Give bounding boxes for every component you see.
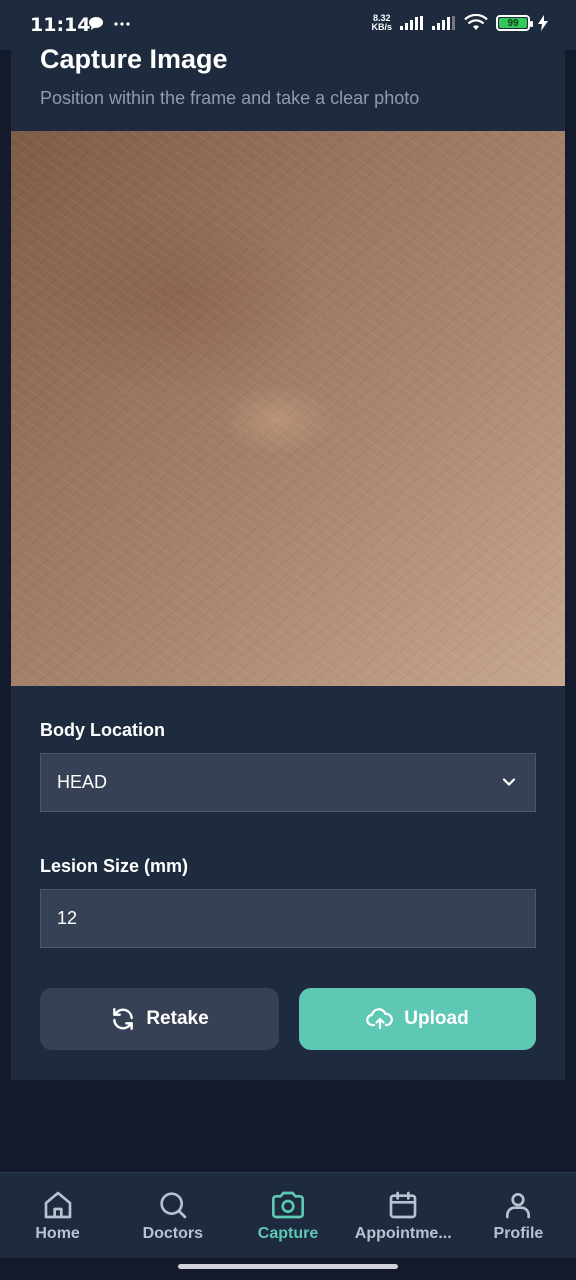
- nav-item-capture[interactable]: Capture: [230, 1173, 345, 1258]
- retake-button[interactable]: Retake: [40, 988, 279, 1050]
- body-location-select[interactable]: HEAD: [40, 753, 536, 812]
- photo-texture: [11, 131, 565, 686]
- lesion-size-input[interactable]: 12: [40, 889, 536, 948]
- battery-level: 99: [499, 18, 527, 29]
- network-speed: 8.32 KB/s: [371, 14, 392, 32]
- retake-label: Retake: [146, 1008, 209, 1029]
- nav-item-profile[interactable]: Profile: [461, 1173, 576, 1258]
- lesion-size-label: Lesion Size (mm): [40, 856, 189, 876]
- chat-bubble-icon: [89, 17, 103, 30]
- camera-icon: [272, 1191, 304, 1219]
- nav-item-home[interactable]: Home: [0, 1173, 115, 1258]
- nav-item-appointments[interactable]: Appointme...: [346, 1173, 461, 1258]
- capture-card: Capture Image Position within the frame …: [11, 40, 565, 1080]
- captured-skin-photo: [11, 131, 565, 686]
- body-location-label: Body Location: [40, 720, 165, 740]
- calendar-icon: [389, 1191, 417, 1219]
- network-speed-unit: KB/s: [371, 22, 392, 32]
- upload-label: Upload: [404, 1008, 469, 1029]
- lesion-size-value: 12: [57, 908, 78, 928]
- chevron-down-icon: [502, 778, 516, 786]
- more-dots-icon: [114, 21, 130, 26]
- cloud-upload-icon: [366, 1008, 394, 1030]
- nav-label-profile: Profile: [493, 1225, 544, 1242]
- nav-label-home: Home: [35, 1225, 80, 1242]
- signal-icon: [400, 16, 423, 30]
- signal-icon-2: [432, 16, 455, 30]
- nav-label-doctors: Doctors: [142, 1225, 204, 1242]
- home-indicator[interactable]: [178, 1264, 398, 1269]
- user-icon: [506, 1193, 531, 1219]
- upload-button[interactable]: Upload: [299, 988, 536, 1050]
- wifi-icon: [464, 14, 488, 30]
- search-icon: [160, 1192, 187, 1219]
- home-icon: [44, 1191, 71, 1219]
- nav-item-doctors[interactable]: Doctors: [115, 1173, 230, 1258]
- status-right: 8.32 KB/s 99: [371, 14, 548, 32]
- nav-label-appointments: Appointme...: [354, 1225, 452, 1242]
- refresh-icon: [113, 1008, 134, 1030]
- bottom-navigation: Home Doctors Capture Appointme... Profil…: [0, 1172, 576, 1258]
- page-subtitle: Position within the frame and take a cle…: [40, 88, 420, 108]
- status-time: 11:14: [30, 14, 91, 36]
- charging-icon: [538, 15, 548, 31]
- status-notification-icons: [88, 16, 130, 31]
- nav-label-capture: Capture: [257, 1225, 319, 1242]
- page-title: Capture Image: [40, 44, 228, 74]
- body-location-value: HEAD: [57, 772, 108, 792]
- battery-icon: 99: [496, 15, 533, 31]
